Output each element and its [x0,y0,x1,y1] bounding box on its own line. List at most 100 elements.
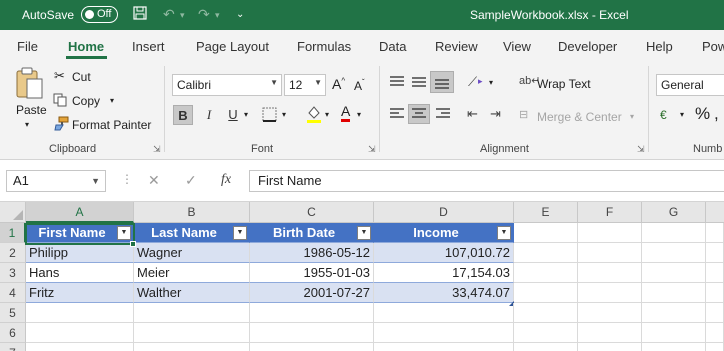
align-middle-icon[interactable] [411,75,427,89]
empty-cell[interactable] [134,343,250,351]
wrap-text-button[interactable]: Wrap Text [537,77,591,91]
table-cell[interactable]: 1955-01-03 [250,263,374,283]
table-cell[interactable]: 33,474.07 [374,283,514,303]
column-header-c[interactable]: C [250,202,374,223]
table-cell[interactable]: Hans [26,263,134,283]
tab-home[interactable]: Home [68,39,104,54]
empty-cell[interactable] [642,343,706,351]
bold-button[interactable]: B [173,105,193,125]
empty-cell[interactable] [250,323,374,343]
table-cell[interactable]: 107,010.72 [374,243,514,263]
borders-dropdown-icon[interactable]: ▾ [282,110,286,119]
column-header-e[interactable]: E [514,202,578,223]
format-painter-button[interactable]: Format Painter [72,118,151,132]
borders-icon[interactable] [262,107,277,122]
row-header-3[interactable]: 3 [0,263,26,283]
empty-cell[interactable] [642,263,706,283]
empty-cell[interactable] [134,323,250,343]
table-cell[interactable]: Walther [134,283,250,303]
column-header-b[interactable]: B [134,202,250,223]
tab-view[interactable]: View [503,39,531,54]
row-header-6[interactable]: 6 [0,323,26,343]
row-header-4[interactable]: 4 [0,283,26,303]
enter-icon[interactable]: ✓ [185,172,197,189]
accounting-dropdown-icon[interactable]: ▾ [680,110,684,119]
empty-cell[interactable] [374,303,514,323]
tab-developer[interactable]: Developer [558,39,617,54]
percent-style-button[interactable]: % [695,104,710,124]
accounting-format-icon[interactable]: € [660,108,667,122]
cut-button[interactable]: Cut [72,70,91,84]
align-center-icon[interactable] [408,104,430,124]
paste-dropdown-icon[interactable]: ▾ [25,120,29,129]
empty-cell[interactable] [26,303,134,323]
empty-cell[interactable] [642,303,706,323]
filter-dropdown-icon[interactable]: ▼ [497,226,511,240]
column-header-a[interactable]: A [26,202,134,223]
tab-file[interactable]: File [17,39,38,54]
tab-help[interactable]: Help [646,39,673,54]
font-color-icon[interactable]: A [341,104,351,122]
format-painter-icon[interactable] [53,116,69,131]
empty-cell[interactable] [514,243,578,263]
empty-cell[interactable] [578,223,642,243]
alignment-launcher-icon[interactable]: ⇲ [637,144,645,155]
empty-cell[interactable] [26,343,134,351]
table-cell[interactable]: Meier [134,263,250,283]
table-cell[interactable]: 17,154.03 [374,263,514,283]
redo-icon[interactable]: ↷ [198,6,210,23]
fill-handle[interactable] [130,241,136,247]
empty-cell[interactable] [578,323,642,343]
empty-cell[interactable] [514,303,578,323]
italic-button[interactable]: I [199,105,219,125]
empty-cell[interactable] [374,323,514,343]
font-size-select[interactable]: 12 ▼ [284,74,326,96]
number-format-select[interactable]: General [656,74,724,96]
tab-formulas[interactable]: Formulas [297,39,351,54]
empty-cell[interactable] [514,263,578,283]
tab-insert[interactable]: Insert [132,39,165,54]
column-header-d[interactable]: D [374,202,514,223]
column-header-g[interactable]: G [642,202,706,223]
align-top-icon[interactable] [389,75,405,89]
empty-cell[interactable] [578,243,642,263]
filter-dropdown-icon[interactable]: ▼ [233,226,247,240]
copy-button[interactable]: Copy [72,94,100,108]
empty-cell[interactable] [642,223,706,243]
table-header-cell[interactable]: Income ▼ [374,223,514,243]
empty-cell[interactable] [642,243,706,263]
align-left-icon[interactable] [389,107,405,121]
orientation-icon[interactable]: ⟋ [468,74,477,90]
table-header-cell[interactable]: Birth Date ▼ [250,223,374,243]
row-header-7[interactable]: 7 [0,343,26,351]
column-header-f[interactable]: F [578,202,642,223]
empty-cell[interactable] [706,223,724,243]
empty-cell[interactable] [514,223,578,243]
copy-dropdown-icon[interactable]: ▾ [110,96,114,105]
undo-icon[interactable]: ↶ [163,6,175,23]
paste-button[interactable]: Paste [16,103,47,117]
select-all-button[interactable] [0,202,26,223]
empty-cell[interactable] [642,323,706,343]
copy-icon[interactable] [53,93,68,107]
merge-dropdown-icon[interactable]: ▾ [630,112,634,121]
empty-cell[interactable] [514,323,578,343]
empty-cell[interactable] [134,303,250,323]
decrease-indent-icon[interactable]: ⇤ [467,106,478,122]
empty-cell[interactable] [374,343,514,351]
empty-cell[interactable] [706,263,724,283]
clipboard-launcher-icon[interactable]: ⇲ [153,144,161,155]
table-cell[interactable]: Wagner [134,243,250,263]
table-header-cell[interactable]: Last Name ▼ [134,223,250,243]
row-header-1[interactable]: 1 [0,223,26,243]
table-cell[interactable]: 1986-05-12 [250,243,374,263]
align-right-icon[interactable] [435,107,451,121]
empty-cell[interactable] [578,303,642,323]
merge-center-icon[interactable]: ⊟ [519,108,528,121]
increase-font-button[interactable]: A^ [332,76,345,92]
empty-cell[interactable] [578,343,642,351]
empty-cell[interactable] [250,303,374,323]
tab-data[interactable]: Data [379,39,406,54]
redo-dropdown-icon[interactable]: ▾ [215,10,220,21]
save-icon[interactable] [133,6,147,23]
